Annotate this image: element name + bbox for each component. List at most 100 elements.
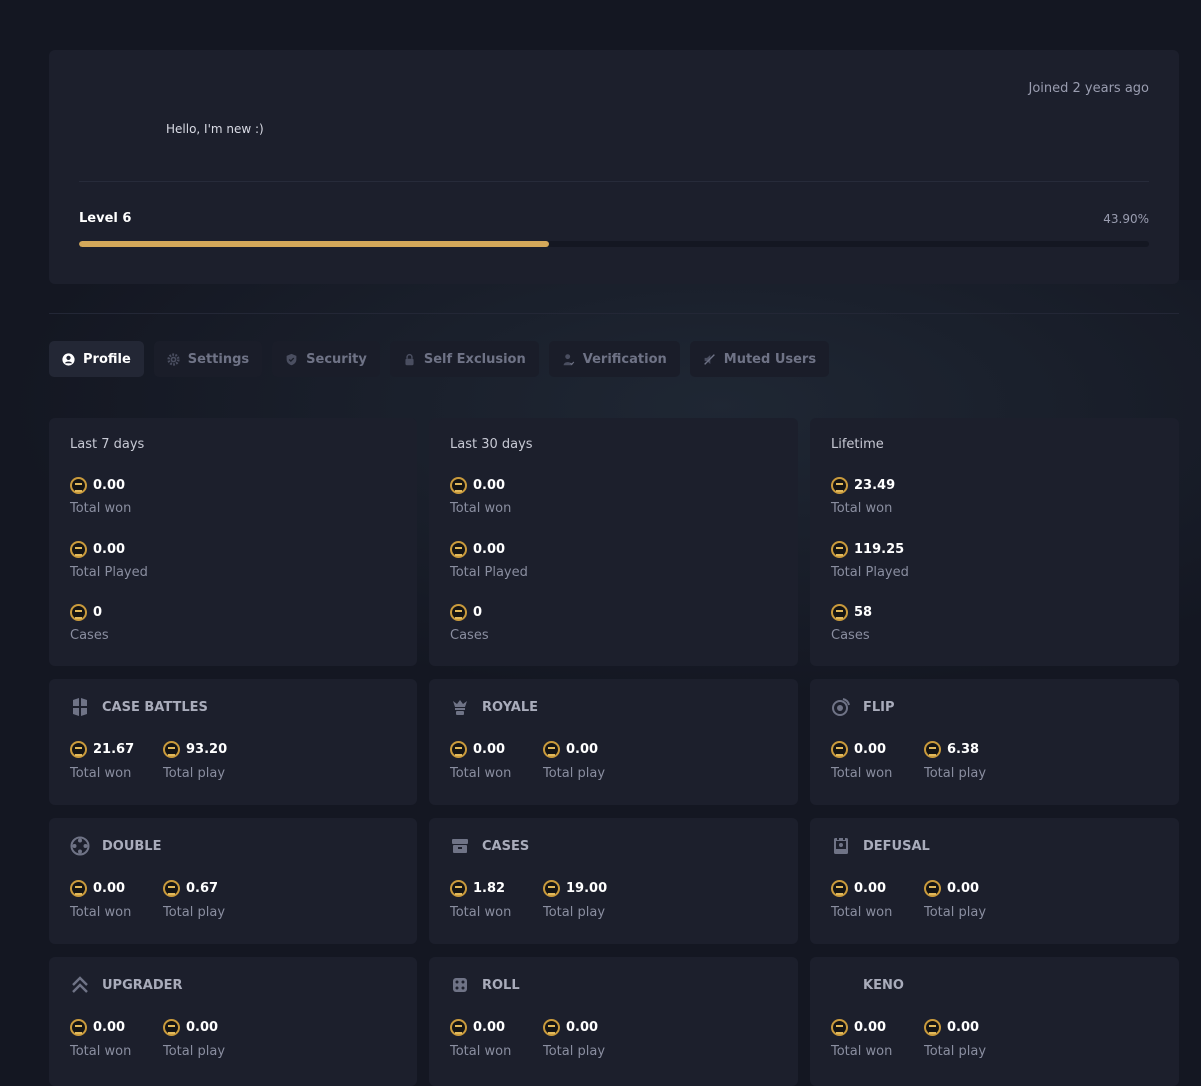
account-tabs: Profile Settings Security Self Exclusion… bbox=[49, 341, 830, 377]
tab-muted-users[interactable]: Muted Users bbox=[689, 341, 830, 377]
stat-label: Total play bbox=[543, 766, 606, 781]
tab-label: Profile bbox=[83, 351, 131, 367]
flip-icon bbox=[832, 698, 850, 716]
stat-label: Total play bbox=[543, 1044, 606, 1059]
tab-verification[interactable]: Verification bbox=[548, 341, 680, 377]
stat-value: 0.00 bbox=[947, 1020, 980, 1035]
stats-card-last-30-days: Last 30 days 0.00 Total won 0.00 Total P… bbox=[429, 418, 798, 666]
shield-icon bbox=[286, 353, 297, 365]
game-card-royale: ROYALE 0.00 Total won 0.00 Total play bbox=[429, 679, 798, 805]
stat-label: Total Played bbox=[831, 565, 909, 580]
profile-card: Joined 2 years ago Hello, I'm new :) Lev… bbox=[49, 50, 1179, 284]
stat-total-won: 0.00 Total won bbox=[70, 880, 131, 920]
tab-profile[interactable]: Profile bbox=[49, 341, 144, 377]
tab-label: Verification bbox=[582, 351, 667, 367]
stat-label: Total won bbox=[831, 905, 893, 920]
coin-icon bbox=[450, 541, 467, 558]
stat-label: Total won bbox=[70, 1044, 132, 1059]
stat-total-won: 0.00 Total won bbox=[831, 1019, 892, 1059]
stat-total-play: 93.20 Total play bbox=[163, 741, 227, 781]
game-title: CASE BATTLES bbox=[102, 699, 208, 715]
dice-icon bbox=[453, 978, 467, 992]
stat-label: Total won bbox=[831, 501, 893, 516]
stat-value: 0.00 bbox=[186, 1020, 219, 1035]
game-title: UPGRADER bbox=[102, 977, 183, 993]
stat-total-won: 21.67 Total won bbox=[70, 741, 134, 781]
stat-value: 93.20 bbox=[186, 742, 228, 757]
royale-icon bbox=[453, 700, 467, 715]
coin-icon bbox=[543, 1019, 560, 1036]
level-label: Level 6 bbox=[79, 211, 132, 226]
stat-value: 0.00 bbox=[566, 1020, 599, 1035]
coin-icon bbox=[70, 604, 87, 621]
game-title: CASES bbox=[482, 838, 530, 854]
tab-self-exclusion[interactable]: Self Exclusion bbox=[389, 341, 539, 377]
stat-value: 58 bbox=[854, 605, 873, 620]
stat-total-play: 0.00 Total play bbox=[543, 1019, 605, 1059]
upgrader-icon bbox=[72, 976, 88, 993]
stat-total-play: 0.00 Total play bbox=[924, 880, 986, 920]
mute-icon bbox=[703, 353, 715, 365]
game-title: DOUBLE bbox=[102, 838, 162, 854]
gear-icon bbox=[167, 352, 180, 366]
game-card-cases: CASES 1.82 Total won 19.00 Total play bbox=[429, 818, 798, 944]
stat-value: 0.67 bbox=[186, 881, 219, 896]
stat-label: Total play bbox=[163, 1044, 226, 1059]
stat-label: Total play bbox=[163, 905, 226, 920]
stat-value: 0.00 bbox=[473, 742, 506, 757]
stat-label: Total won bbox=[450, 1044, 512, 1059]
stat-label: Total won bbox=[450, 905, 512, 920]
double-icon bbox=[70, 836, 90, 856]
stat-label: Total won bbox=[70, 766, 132, 781]
defusal-icon bbox=[834, 838, 848, 854]
stat-value: 0.00 bbox=[854, 742, 887, 757]
stat-label: Cases bbox=[70, 628, 109, 643]
coin-icon bbox=[831, 880, 848, 897]
stat-total-won: 23.49 Total won bbox=[831, 477, 895, 516]
stat-total-played: 119.25 Total Played bbox=[831, 541, 909, 580]
stats-card-last-7-days: Last 7 days 0.00 Total won 0.00 Total Pl… bbox=[49, 418, 417, 666]
tab-label: Settings bbox=[187, 351, 250, 367]
coin-icon bbox=[163, 741, 180, 758]
stat-total-played: 0.00 Total Played bbox=[450, 541, 528, 580]
stat-value: 0.00 bbox=[854, 1020, 887, 1035]
coin-icon bbox=[543, 880, 560, 897]
stat-total-play: 0.00 Total play bbox=[163, 1019, 225, 1059]
stat-value: 0 bbox=[473, 605, 483, 620]
coin-icon bbox=[831, 541, 848, 558]
game-card-case-battles: CASE BATTLES 21.67 Total won 93.20 Total… bbox=[49, 679, 417, 805]
stat-value: 0.00 bbox=[473, 1020, 506, 1035]
coin-icon bbox=[450, 880, 467, 897]
stat-label: Total play bbox=[163, 766, 226, 781]
tab-settings[interactable]: Settings bbox=[153, 341, 263, 377]
keno-icon-placeholder bbox=[831, 975, 851, 995]
game-card-defusal: DEFUSAL 0.00 Total won 0.00 Total play bbox=[810, 818, 1179, 944]
stat-cases: 0 Cases bbox=[450, 604, 489, 643]
stat-total-won: 0.00 Total won bbox=[831, 741, 892, 781]
coin-icon bbox=[924, 741, 941, 758]
stat-value: 0.00 bbox=[473, 542, 506, 557]
level-progress-bar bbox=[79, 241, 1149, 247]
game-title: ROYALE bbox=[482, 699, 538, 715]
tab-label: Security bbox=[306, 351, 367, 367]
tab-security[interactable]: Security bbox=[272, 341, 380, 377]
coin-icon bbox=[450, 741, 467, 758]
stat-label: Total play bbox=[924, 1044, 987, 1059]
tab-label: Muted Users bbox=[723, 351, 817, 367]
lock-icon bbox=[405, 353, 414, 365]
stat-total-won: 0.00 Total won bbox=[70, 1019, 131, 1059]
coin-icon bbox=[543, 741, 560, 758]
stat-total-won: 0.00 Total won bbox=[450, 741, 511, 781]
stat-value: 0.00 bbox=[854, 881, 887, 896]
coin-icon bbox=[831, 604, 848, 621]
stat-total-play: 0.67 Total play bbox=[163, 880, 225, 920]
stat-value: 21.67 bbox=[93, 742, 135, 757]
coin-icon bbox=[163, 1019, 180, 1036]
game-card-double: DOUBLE 0.00 Total won 0.67 Total play bbox=[49, 818, 417, 944]
stat-total-play: 19.00 Total play bbox=[543, 880, 607, 920]
coin-icon bbox=[924, 880, 941, 897]
card-title: Last 30 days bbox=[450, 437, 533, 452]
stat-cases: 0 Cases bbox=[70, 604, 109, 643]
game-title: FLIP bbox=[863, 699, 895, 715]
stat-label: Total won bbox=[831, 766, 893, 781]
